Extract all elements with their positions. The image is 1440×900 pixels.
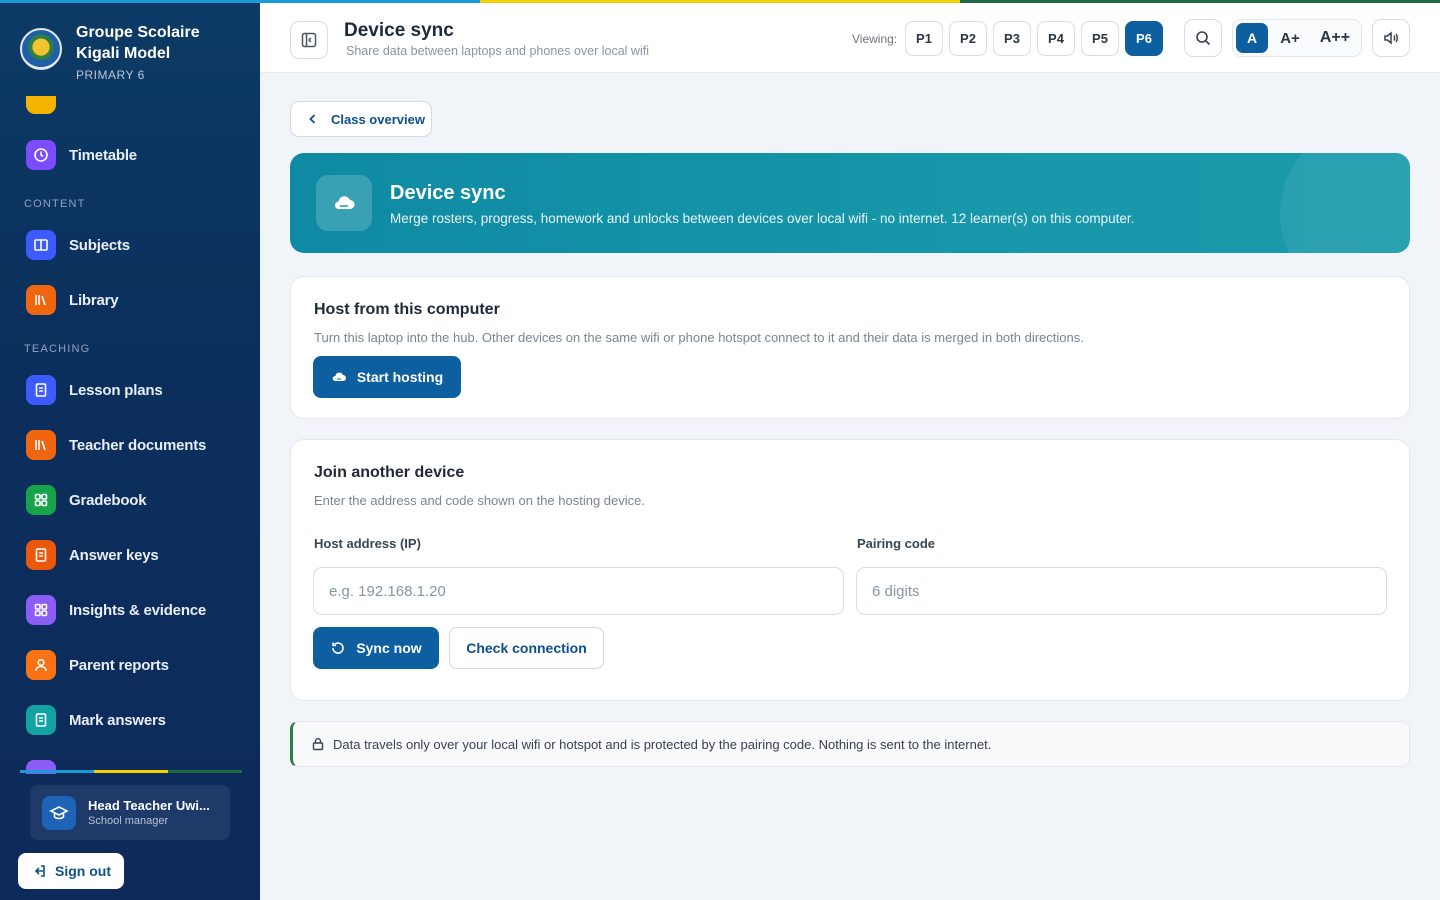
page-title: Device sync [344, 20, 454, 41]
font-size-small-button[interactable]: A [1236, 23, 1268, 53]
hero-decoration [1280, 153, 1410, 253]
user-name: Head Teacher Uwi... [88, 798, 210, 813]
sidebar-item-lesson-plans[interactable]: Lesson plans [26, 374, 163, 406]
search-button[interactable] [1184, 19, 1222, 57]
speaker-icon [1384, 31, 1398, 45]
grade-button-p2[interactable]: P2 [949, 21, 987, 56]
font-size-group: A A+ A++ [1232, 19, 1362, 57]
sidebar-item-label: Parent reports [69, 656, 169, 674]
school-name: Groupe Scolaire Kigali Model [76, 24, 200, 62]
check-connection-button[interactable]: Check connection [449, 627, 604, 669]
sidebar-item-label: Library [69, 291, 119, 309]
privacy-notice-text: Data travels only over your local wifi o… [333, 736, 992, 752]
sidebar-divider [20, 770, 242, 773]
join-card: Join another device Enter the address an… [290, 439, 1410, 701]
sidebar-item-label: Answer keys [69, 546, 159, 564]
school-brand: Groupe Scolaire Kigali Model PRIMARY 6 [20, 22, 226, 82]
clock-icon [26, 140, 56, 170]
hero-banner: Device sync Merge rosters, progress, hom… [290, 153, 1410, 253]
back-label: Class overview [331, 111, 425, 127]
sidebar-item-gradebook[interactable]: Gradebook [26, 484, 147, 516]
hero-description: Merge rosters, progress, homework and un… [390, 211, 1135, 226]
grade-button-p6[interactable]: P6 [1125, 21, 1163, 56]
join-card-title: Join another device [314, 464, 465, 481]
start-hosting-label: Start hosting [356, 369, 444, 385]
graduation-cap-icon [42, 795, 76, 830]
document-icon [26, 540, 56, 570]
sidebar-toggle-button[interactable] [290, 21, 328, 59]
refresh-icon [332, 642, 345, 654]
sign-out-label: Sign out [55, 863, 111, 879]
font-size-large-button[interactable]: A++ [1312, 23, 1358, 53]
viewing-label: Viewing: [852, 32, 898, 46]
sidebar-item-teacher-documents[interactable]: Teacher documents [26, 429, 206, 461]
sidebar-item-label: Teacher documents [69, 436, 207, 454]
sidebar-item-answer-keys[interactable]: Answer keys [26, 539, 159, 571]
sidebar-item-label: Mark answers [69, 711, 166, 729]
host-card-description: Turn this laptop into the hub. Other dev… [314, 330, 1084, 345]
sidebar-item-partial-top[interactable] [26, 96, 56, 114]
books-icon [26, 285, 56, 315]
sidebar-item-label: Lesson plans [69, 381, 163, 399]
page-subtitle: Share data between laptops and phones ov… [346, 44, 649, 58]
font-size-medium-button[interactable]: A+ [1272, 23, 1308, 53]
top-header: Device sync Share data between laptops a… [260, 3, 1440, 73]
flag-stripe [0, 0, 1440, 3]
sign-out-icon [34, 865, 45, 877]
sidebar-item-insights[interactable]: Insights & evidence [26, 594, 206, 626]
sign-out-button[interactable]: Sign out [18, 853, 124, 889]
document-icon [26, 705, 56, 735]
sidebar-item-label: Timetable [69, 146, 137, 164]
grid-icon [26, 485, 56, 515]
read-aloud-button[interactable] [1372, 19, 1410, 57]
hero-title: Device sync [390, 182, 506, 204]
lock-icon [312, 738, 324, 751]
privacy-notice: Data travels only over your local wifi o… [290, 721, 1410, 767]
grade-button-p3[interactable]: P3 [993, 21, 1031, 56]
grid-icon [26, 595, 56, 625]
pairing-code-input[interactable] [856, 567, 1387, 615]
sidebar: Groupe Scolaire Kigali Model PRIMARY 6 T… [0, 0, 260, 900]
chevron-left-icon [309, 114, 316, 124]
flag-stripe-blue [0, 0, 480, 3]
sidebar-item-subjects[interactable]: Subjects [26, 229, 130, 261]
back-to-class-overview-button[interactable]: Class overview [290, 101, 432, 137]
cloud-icon [316, 175, 372, 231]
user-card[interactable]: Head Teacher Uwi... School manager [30, 785, 230, 840]
flag-stripe-green [960, 0, 1440, 3]
school-logo [20, 28, 62, 70]
sidebar-item-parent-reports[interactable]: Parent reports [26, 649, 169, 681]
sync-now-label: Sync now [356, 640, 422, 656]
book-open-icon [26, 230, 56, 260]
grade-button-p5[interactable]: P5 [1081, 21, 1119, 56]
sidebar-item-library[interactable]: Library [26, 284, 119, 316]
section-title-content: CONTENT [24, 198, 86, 210]
books-icon [26, 430, 56, 460]
host-card: Host from this computer Turn this laptop… [290, 276, 1410, 419]
section-title-teaching: TEACHING [24, 343, 91, 355]
panel-left-icon [301, 32, 317, 48]
sidebar-item-timetable[interactable]: Timetable [26, 139, 137, 171]
join-card-description: Enter the address and code shown on the … [314, 493, 645, 508]
sidebar-item-label: Gradebook [69, 491, 147, 509]
host-card-title: Host from this computer [314, 301, 500, 318]
sidebar-item-label: Insights & evidence [69, 601, 207, 619]
person-icon [26, 650, 56, 680]
search-icon [1196, 31, 1211, 46]
sidebar-item-mark-answers[interactable]: Mark answers [26, 704, 166, 736]
flag-stripe-yellow [480, 0, 960, 3]
sync-now-button[interactable]: Sync now [313, 627, 439, 669]
class-label: PRIMARY 6 [76, 68, 145, 82]
start-hosting-button[interactable]: Start hosting [313, 356, 461, 398]
pairing-code-label: Pairing code [857, 536, 936, 551]
host-address-label: Host address (IP) [314, 536, 421, 551]
user-role: School manager [88, 815, 169, 827]
sidebar-item-label: Subjects [69, 236, 130, 254]
cloud-icon [332, 372, 346, 381]
grade-button-p4[interactable]: P4 [1037, 21, 1075, 56]
document-icon [26, 375, 56, 405]
host-address-input[interactable] [313, 567, 844, 615]
grade-button-p1[interactable]: P1 [905, 21, 943, 56]
